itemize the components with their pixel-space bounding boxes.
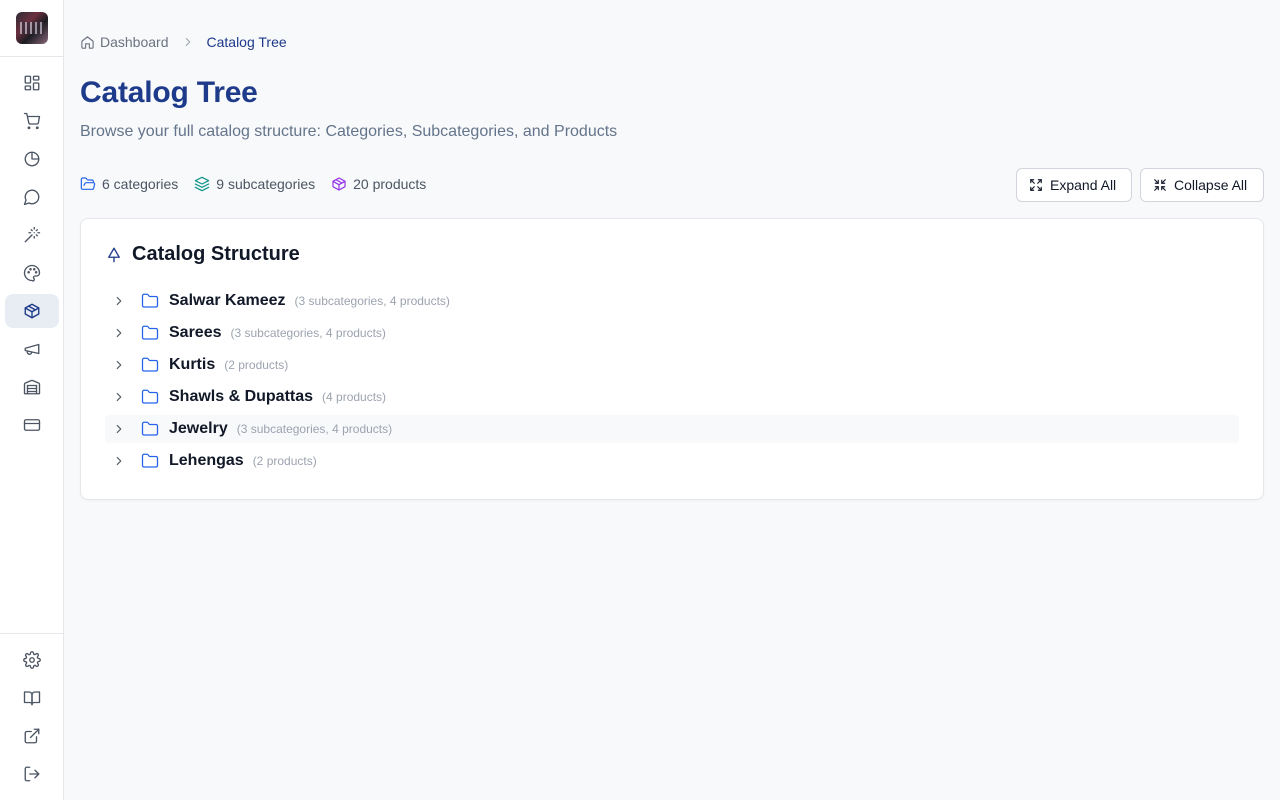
megaphone-icon — [24, 343, 40, 355]
layers-icon — [195, 176, 210, 192]
sidebar-item-marketing[interactable] — [5, 332, 59, 366]
category-meta: (2 products) — [224, 358, 289, 372]
breadcrumb-current: Catalog Tree — [206, 34, 287, 50]
stat-products: 20 products — [331, 176, 426, 192]
stat-products-label: 20 products — [353, 176, 427, 192]
sidebar-item-docs[interactable] — [5, 681, 59, 715]
category-row-shawls-dupattas[interactable]: Shawls & Dupattas (4 products) — [105, 383, 1239, 411]
breadcrumb-home-link[interactable]: Dashboard — [80, 34, 169, 50]
chevron-right-icon — [116, 360, 122, 370]
sidebar — [0, 0, 64, 800]
sidebar-item-messages[interactable] — [5, 180, 59, 214]
sidebar-item-inventory[interactable] — [5, 370, 59, 404]
dashboard-icon — [24, 75, 40, 91]
external-link-icon — [24, 728, 40, 744]
sidebar-item-logout[interactable] — [5, 757, 59, 791]
credit-card-icon — [23, 419, 41, 431]
category-meta: (3 subcategories, 4 products) — [294, 294, 450, 308]
cart-icon — [23, 112, 41, 130]
category-meta: (4 products) — [322, 390, 387, 404]
card-title-label: Catalog Structure — [132, 243, 300, 265]
chevron-right-icon — [116, 424, 122, 434]
chevron-right-icon — [116, 296, 122, 306]
breadcrumb-home-label: Dashboard — [100, 34, 169, 50]
category-name: Lehengas — [169, 452, 244, 469]
expand-all-label: Expand All — [1050, 177, 1117, 193]
expand-toggle[interactable] — [105, 326, 133, 340]
sidebar-divider-bottom — [0, 633, 63, 634]
collapse-all-button[interactable]: Collapse All — [1140, 168, 1264, 202]
sidebar-item-catalog[interactable] — [5, 294, 59, 328]
stat-categories-label: 6 categories — [102, 176, 179, 192]
folder-icon — [135, 356, 165, 374]
category-row-lehengas[interactable]: Lehengas (2 products) — [105, 447, 1239, 475]
sidebar-item-view-store[interactable] — [5, 719, 59, 753]
stat-subcategories: 9 subcategories — [194, 176, 315, 192]
main-content: Dashboard Catalog Tree Catalog Tree Brow… — [64, 0, 1280, 800]
expand-icon — [1030, 179, 1042, 191]
category-name: Sarees — [169, 324, 222, 341]
magic-wand-icon — [24, 226, 41, 243]
catalog-structure-card: Catalog Structure Salwar Kameez (3 subca… — [80, 218, 1264, 500]
pie-chart-icon — [24, 151, 40, 167]
box-icon — [24, 303, 40, 319]
category-meta: (3 subcategories, 4 products) — [230, 326, 386, 340]
package-icon — [332, 177, 346, 191]
message-icon — [23, 189, 40, 206]
folder-icon — [135, 388, 165, 406]
card-title: Catalog Structure — [105, 243, 300, 266]
sidebar-item-billing[interactable] — [5, 408, 59, 442]
sidebar-divider — [0, 56, 63, 57]
sidebar-item-settings[interactable] — [5, 643, 59, 677]
warehouse-icon — [23, 379, 41, 395]
page-subtitle: Browse your full catalog structure: Cate… — [80, 123, 618, 140]
category-row-sarees[interactable]: Sarees (3 subcategories, 4 products) — [105, 319, 1239, 347]
sidebar-item-analytics[interactable] — [5, 142, 59, 176]
chevron-right-icon — [116, 392, 122, 402]
sidebar-item-ai-tools[interactable] — [5, 218, 59, 252]
folder-open-icon — [80, 177, 96, 190]
expand-toggle[interactable] — [105, 422, 133, 436]
sidebar-item-dashboard[interactable] — [5, 66, 59, 100]
breadcrumb: Dashboard Catalog Tree — [80, 33, 287, 51]
category-name: Shawls & Dupattas — [169, 388, 314, 405]
gear-icon — [23, 651, 41, 669]
category-name: Salwar Kameez — [169, 292, 286, 309]
book-icon — [23, 691, 41, 706]
category-tree: Salwar Kameez (3 subcategories, 4 produc… — [105, 287, 1239, 479]
sidebar-item-orders[interactable] — [5, 104, 59, 138]
folder-icon — [135, 292, 165, 310]
category-row-kurtis[interactable]: Kurtis (2 products) — [105, 351, 1239, 379]
expand-toggle[interactable] — [105, 358, 133, 372]
catalog-stats: 6 categories 9 subcategories 20 products — [80, 176, 426, 192]
tree-icon — [108, 247, 120, 262]
category-row-jewelry[interactable]: Jewelry (3 subcategories, 4 products) — [105, 415, 1239, 443]
sidebar-item-appearance[interactable] — [5, 256, 59, 290]
category-name: Kurtis — [169, 356, 216, 373]
home-icon — [81, 35, 94, 49]
category-row-salwar-kameez[interactable]: Salwar Kameez (3 subcategories, 4 produc… — [105, 287, 1239, 315]
category-meta: (3 subcategories, 4 products) — [236, 422, 393, 436]
chevron-right-icon — [116, 456, 122, 466]
folder-icon — [135, 452, 165, 470]
expand-all-button[interactable]: Expand All — [1016, 168, 1132, 202]
store-logo[interactable] — [16, 12, 48, 44]
collapse-icon — [1154, 179, 1166, 191]
stat-categories: 6 categories — [80, 176, 178, 192]
category-name: Jewelry — [169, 420, 228, 437]
folder-icon — [135, 420, 165, 438]
logout-icon — [24, 766, 40, 782]
category-meta: (2 products) — [252, 454, 317, 468]
breadcrumb-separator — [181, 35, 195, 49]
chevron-right-icon — [185, 37, 190, 47]
page-title: Catalog Tree — [80, 76, 258, 109]
stat-subcategories-label: 9 subcategories — [216, 176, 316, 192]
expand-toggle[interactable] — [105, 454, 133, 468]
palette-icon — [23, 264, 41, 282]
collapse-all-label: Collapse All — [1174, 177, 1248, 193]
folder-icon — [135, 324, 165, 342]
chevron-right-icon — [116, 328, 122, 338]
expand-toggle[interactable] — [105, 390, 133, 404]
expand-toggle[interactable] — [105, 294, 133, 308]
